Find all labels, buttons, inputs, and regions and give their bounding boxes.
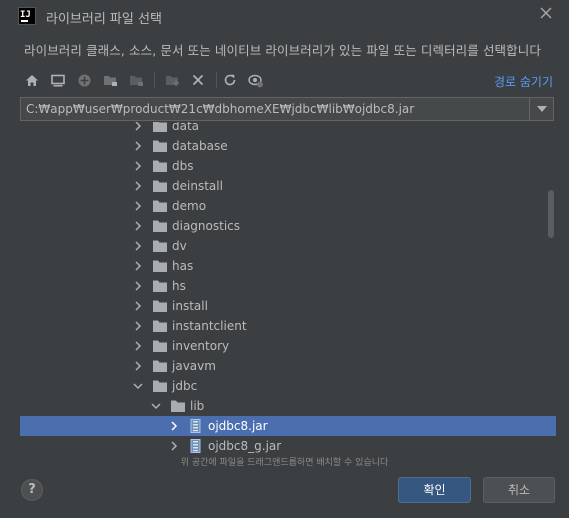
tree-folder-row[interactable]: inventory	[20, 336, 556, 356]
folder-icon	[152, 139, 168, 153]
toolbar-separator	[154, 72, 155, 88]
app-icon-text: IJ	[20, 10, 31, 20]
tree-folder-row[interactable]: lib	[20, 396, 556, 416]
tree-item-label: ojdbc8.jar	[208, 419, 268, 433]
new-folder-icon[interactable]	[162, 70, 182, 90]
tree-item-label: javavm	[172, 359, 216, 373]
chevron-down-icon[interactable]	[529, 98, 553, 120]
folder-icon	[152, 359, 168, 373]
chevron-right-icon[interactable]	[132, 180, 144, 192]
folder-icon	[152, 279, 168, 293]
folder-icon	[152, 179, 168, 193]
tree-item-label: inventory	[172, 339, 230, 353]
chevron-right-icon[interactable]	[132, 122, 144, 132]
chevron-right-icon[interactable]	[132, 300, 144, 312]
scrollbar-thumb[interactable]	[548, 190, 554, 238]
tree-folder-row[interactable]: diagnostics	[20, 216, 556, 236]
scrollbar-track[interactable]	[546, 122, 554, 453]
jar-file-icon	[188, 419, 204, 433]
hide-path-link[interactable]: 경로 숨기기	[494, 73, 553, 90]
tree-file-row[interactable]: ojdbc8.jar	[20, 416, 556, 436]
tree-item-label: deinstall	[172, 179, 223, 193]
tree-folder-row[interactable]: data	[20, 122, 556, 136]
chevron-right-icon[interactable]	[132, 220, 144, 232]
chevron-right-icon[interactable]	[132, 140, 144, 152]
file-chooser-toolbar	[22, 70, 552, 90]
close-icon[interactable]	[537, 6, 555, 24]
dialog-description: 라이브러리 클래스, 소스, 문서 또는 네이티브 라이브러리가 있는 파일 또…	[24, 43, 541, 58]
tree-item-label: data	[172, 122, 200, 133]
tree-item-label: jdbc	[172, 379, 198, 393]
intellij-app-icon: IJ	[18, 7, 36, 25]
chevron-right-icon[interactable]	[132, 160, 144, 172]
delete-icon[interactable]	[188, 70, 208, 90]
chevron-right-icon[interactable]	[132, 240, 144, 252]
chevron-right-icon[interactable]	[168, 440, 180, 452]
show-hidden-icon[interactable]	[246, 70, 266, 90]
tree-folder-row[interactable]: database	[20, 136, 556, 156]
tree-folder-row[interactable]: jdbc	[20, 376, 556, 396]
chevron-down-icon[interactable]	[132, 380, 144, 392]
tree-item-label: ojdbc8_g.jar	[208, 439, 282, 453]
folder-icon	[170, 399, 186, 413]
title-bar: IJ 라이브러리 파일 선택	[0, 0, 569, 32]
help-button[interactable]: ?	[21, 479, 43, 501]
tree-folder-row[interactable]: hs	[20, 276, 556, 296]
folder-icon[interactable]	[126, 70, 146, 90]
project-icon[interactable]	[74, 70, 94, 90]
home-icon[interactable]	[22, 70, 42, 90]
chevron-right-icon[interactable]	[132, 260, 144, 272]
tree-item-label: instantclient	[172, 319, 247, 333]
folder-icon	[152, 379, 168, 393]
chevron-right-icon[interactable]	[168, 420, 180, 432]
folder-icon	[152, 339, 168, 353]
path-combobox	[20, 97, 554, 121]
tree-item-label: lib	[190, 399, 205, 413]
jar-file-icon	[188, 439, 204, 453]
folder-icon	[152, 239, 168, 253]
tree-folder-row[interactable]: dbs	[20, 156, 556, 176]
module-icon[interactable]	[100, 70, 120, 90]
tree-folder-row[interactable]: install	[20, 296, 556, 316]
tree-item-label: diagnostics	[172, 219, 241, 233]
folder-icon	[152, 319, 168, 333]
folder-icon	[152, 122, 168, 133]
tree-item-label: hs	[172, 279, 186, 293]
toolbar-separator	[216, 72, 217, 88]
file-tree[interactable]: data database dbs deinstall demo diagnostics d…	[20, 122, 556, 453]
tree-item-label: database	[172, 139, 228, 153]
ok-button[interactable]: 확인	[398, 477, 471, 503]
tree-folder-row[interactable]: instantclient	[20, 316, 556, 336]
tree-folder-row[interactable]: dv	[20, 236, 556, 256]
tree-folder-row[interactable]: demo	[20, 196, 556, 216]
tree-file-row[interactable]: ojdbc8_g.jar	[20, 436, 556, 453]
folder-icon	[152, 299, 168, 313]
chevron-right-icon[interactable]	[132, 280, 144, 292]
chevron-right-icon[interactable]	[132, 320, 144, 332]
folder-icon	[152, 159, 168, 173]
refresh-icon[interactable]	[220, 70, 240, 90]
chevron-right-icon[interactable]	[132, 360, 144, 372]
chevron-right-icon[interactable]	[132, 200, 144, 212]
tree-item-label: dbs	[172, 159, 194, 173]
tree-item-label: dv	[172, 239, 187, 253]
folder-icon	[152, 219, 168, 233]
chevron-right-icon[interactable]	[132, 340, 144, 352]
drag-drop-hint: 위 공간에 파일을 드래그앤드롭하면 배치할 수 있습니다	[180, 458, 389, 468]
dialog-title: 라이브러리 파일 선택	[46, 12, 162, 27]
tree-folder-row[interactable]: deinstall	[20, 176, 556, 196]
desktop-icon[interactable]	[48, 70, 68, 90]
folder-icon	[152, 199, 168, 213]
chevron-down-icon[interactable]	[150, 400, 162, 412]
cancel-button[interactable]: 취소	[483, 477, 555, 503]
tree-folder-row[interactable]: has	[20, 256, 556, 276]
path-input[interactable]	[21, 98, 529, 120]
tree-item-label: demo	[172, 199, 207, 213]
tree-folder-row[interactable]: javavm	[20, 356, 556, 376]
folder-icon	[152, 259, 168, 273]
tree-item-label: has	[172, 259, 194, 273]
tree-item-label: install	[172, 299, 208, 313]
